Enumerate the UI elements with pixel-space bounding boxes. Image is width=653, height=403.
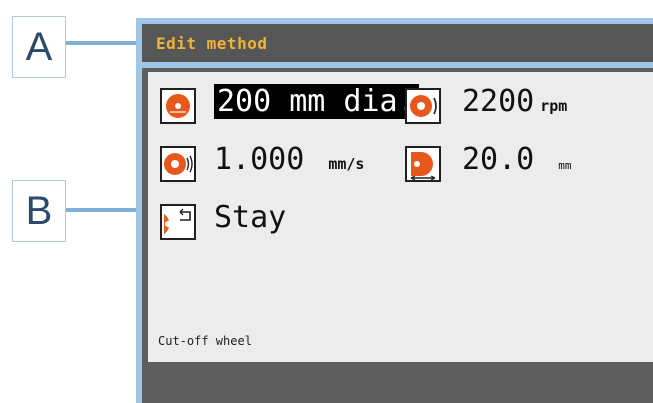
wheel-speed-field[interactable]: 2200 rpm bbox=[462, 84, 567, 119]
cut-length-field[interactable]: 20.0 mm bbox=[462, 142, 572, 177]
callout-a-label: A bbox=[25, 24, 53, 69]
cut-length-icon bbox=[405, 146, 441, 182]
callout-b-line bbox=[66, 208, 142, 212]
callout-b: B bbox=[12, 180, 66, 242]
title-bar: Edit method bbox=[142, 24, 653, 62]
divider bbox=[136, 62, 653, 68]
end-position-icon bbox=[160, 204, 196, 240]
wheel-diameter-field[interactable]: 200 mm dia. bbox=[214, 84, 419, 119]
wheel-speed-value[interactable]: 2200 bbox=[462, 84, 534, 119]
wheel-diameter-value[interactable]: 200 mm dia. bbox=[214, 84, 419, 119]
end-position-field[interactable]: Stay bbox=[214, 200, 286, 235]
end-position-value[interactable]: Stay bbox=[214, 200, 286, 235]
wheel-rotation-icon bbox=[405, 88, 441, 124]
screen-title: Edit method bbox=[156, 33, 268, 53]
bottom-bar bbox=[142, 362, 653, 403]
feed-speed-value[interactable]: 1.000 bbox=[214, 142, 304, 177]
feed-speed-unit: mm/s bbox=[328, 155, 365, 173]
wheel-speed-unit: rpm bbox=[540, 97, 568, 115]
cut-length-value[interactable]: 20.0 bbox=[462, 142, 534, 177]
cut-off-wheel-icon bbox=[160, 88, 196, 124]
cut-length-unit: mm bbox=[558, 159, 572, 172]
callout-b-label: B bbox=[25, 188, 53, 233]
feed-speed-field[interactable]: 1.000 mm/s bbox=[214, 142, 364, 177]
callout-a-line bbox=[66, 41, 142, 45]
wheel-type-label: Cut-off wheel bbox=[158, 334, 252, 348]
callout-a: A bbox=[12, 16, 66, 78]
feed-speed-icon bbox=[160, 146, 196, 182]
